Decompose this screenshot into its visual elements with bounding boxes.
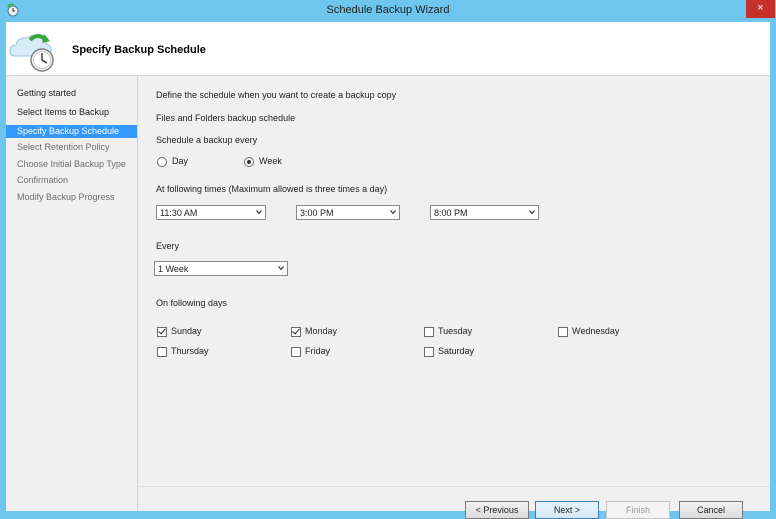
day-radio-label[interactable]: Day [172,156,188,166]
monday-label[interactable]: Monday [305,326,337,336]
monday-checkbox[interactable] [291,327,301,337]
next-button[interactable]: Next > [535,501,599,519]
chevron-down-icon [256,210,262,215]
nav-item-specify-schedule[interactable]: Specify Backup Schedule [6,125,137,138]
time-3-value: 8:00 PM [434,208,468,218]
nav-item-initial-backup-type: Choose Initial Backup Type [17,159,126,169]
wizard-window: Schedule Backup Wizard × Specify Backup … [0,0,776,519]
cancel-button[interactable]: Cancel [679,501,743,519]
finish-button: Finish [606,501,670,519]
thursday-label[interactable]: Thursday [171,346,209,356]
wednesday-label[interactable]: Wednesday [572,326,619,336]
previous-button[interactable]: < Previous [465,501,529,519]
close-button[interactable]: × [746,0,775,18]
week-radio-label[interactable]: Week [259,156,282,166]
nav-item-select-items[interactable]: Select Items to Backup [6,106,137,119]
wizard-client-area: Specify Backup Schedule Getting started … [6,22,770,519]
wednesday-checkbox[interactable] [558,327,568,337]
every-select[interactable]: 1 Week [154,261,288,276]
sunday-label[interactable]: Sunday [171,326,202,336]
nav-item-getting-started[interactable]: Getting started [6,87,137,100]
wizard-steps-nav: Getting started Select Items to Backup S… [6,76,138,511]
every-value: 1 Week [158,264,189,274]
days-label: On following days [156,298,228,308]
chevron-down-icon [390,210,396,215]
wizard-header: Specify Backup Schedule [6,22,770,76]
time-1-select[interactable]: 11:30 AM [156,205,266,220]
saturday-label[interactable]: Saturday [438,346,474,356]
tuesday-label[interactable]: Tuesday [438,326,472,336]
sunday-checkbox[interactable] [157,327,167,337]
window-title: Schedule Backup Wizard [326,4,450,16]
every-label: Every [156,241,180,251]
chevron-down-icon [529,210,535,215]
tuesday-checkbox[interactable] [424,327,434,337]
schedule-panel: Define the schedule when you want to cre… [138,76,770,519]
intro-text: Define the schedule when you want to cre… [156,90,397,100]
title-bar[interactable]: Schedule Backup Wizard × [0,0,776,22]
friday-checkbox[interactable] [291,347,301,357]
time-2-value: 3:00 PM [300,208,334,218]
nav-item-confirmation: Confirmation [17,175,69,185]
frequency-label: Schedule a backup every [156,135,258,145]
time-1-value: 11:30 AM [160,208,198,218]
times-label: At following times (Maximum allowed is t… [156,184,388,194]
day-radio[interactable] [157,157,167,167]
time-3-select[interactable]: 8:00 PM [430,205,539,220]
thursday-checkbox[interactable] [157,347,167,357]
cloud-clock-icon [9,34,54,72]
nav-item-modify-progress: Modify Backup Progress [17,192,115,202]
footer-divider [138,486,770,487]
week-radio[interactable] [244,157,254,167]
page-title: Specify Backup Schedule [72,44,206,56]
nav-item-retention-policy: Select Retention Policy [17,142,110,152]
time-2-select[interactable]: 3:00 PM [296,205,400,220]
section-title: Files and Folders backup schedule [156,113,296,123]
chevron-down-icon [278,266,284,271]
saturday-checkbox[interactable] [424,347,434,357]
friday-label[interactable]: Friday [305,346,330,356]
